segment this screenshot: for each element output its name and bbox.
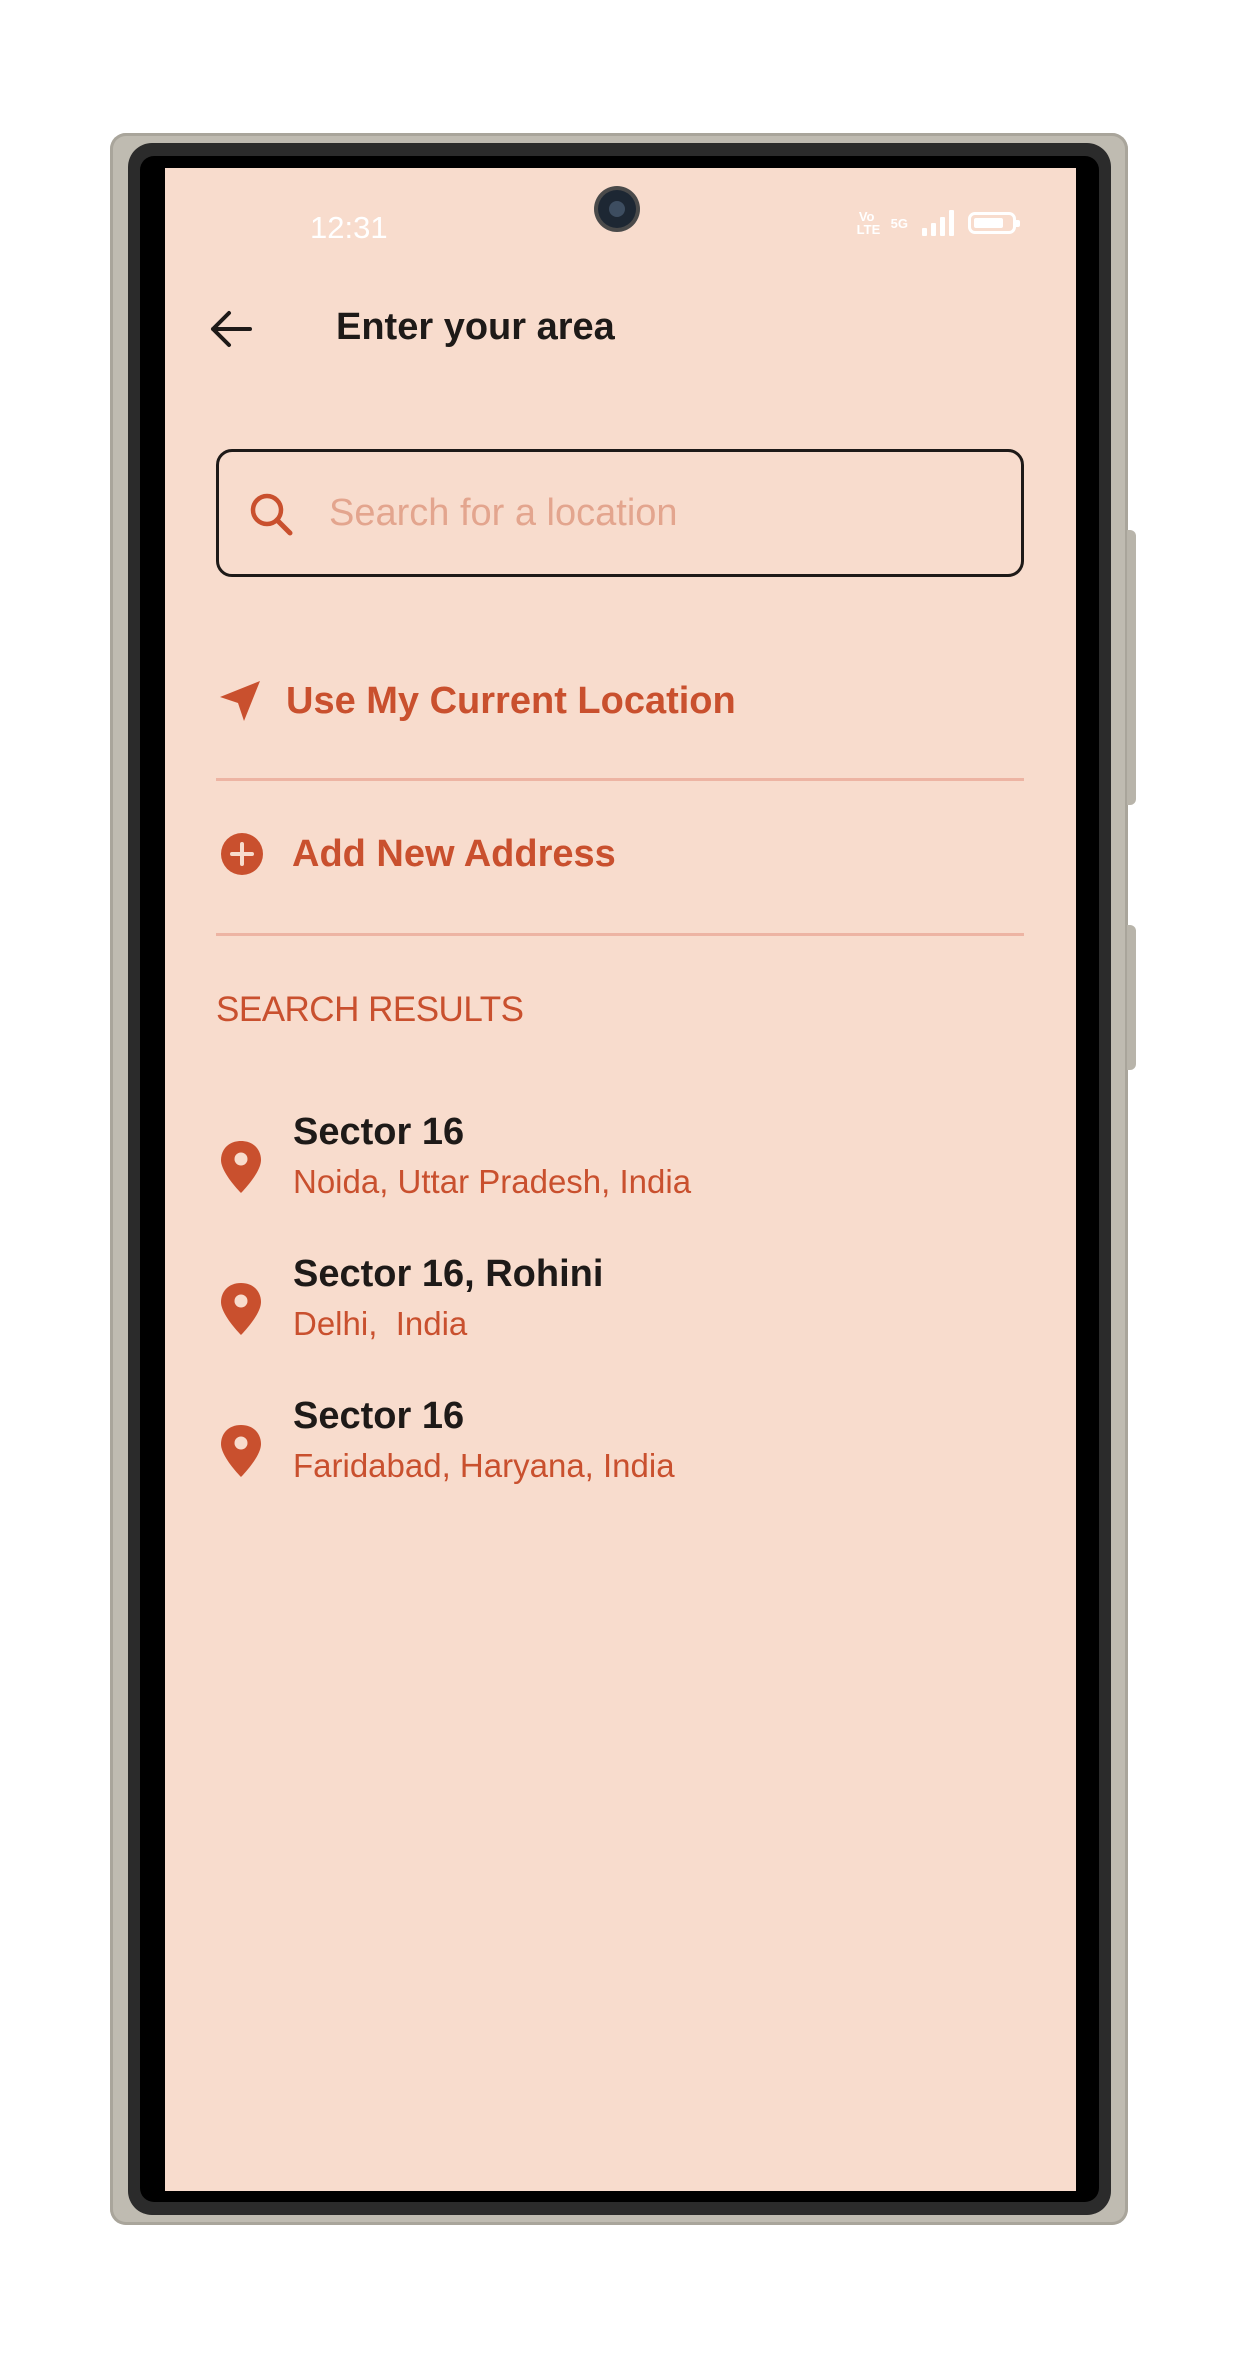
result-title: Sector 16, Rohini <box>293 1253 604 1295</box>
add-new-address-button[interactable]: Add New Address <box>216 799 1024 909</box>
back-button[interactable] <box>205 304 255 354</box>
search-results-heading: SEARCH RESULTS <box>216 990 524 1029</box>
search-icon <box>250 493 293 536</box>
power-button <box>1127 530 1136 805</box>
battery-level <box>974 218 1003 228</box>
result-subtitle: Noida, Uttar Pradesh, India <box>293 1163 692 1200</box>
navigation-arrow-icon <box>220 681 260 721</box>
plus-circle-icon <box>221 833 263 875</box>
result-subtitle: Faridabad, Haryana, India <box>293 1447 675 1484</box>
volume-button <box>1127 925 1136 1070</box>
app-screen: 12:31 VoLTE 5G Enter your area Use My Cu… <box>165 168 1076 2191</box>
front-camera <box>598 190 636 228</box>
result-title: Sector 16 <box>293 1111 465 1153</box>
search-result-item[interactable]: Sector 16, Rohini Delhi, India <box>216 1253 1024 1373</box>
search-box[interactable] <box>216 449 1024 577</box>
page-title: Enter your area <box>336 306 615 348</box>
search-result-item[interactable]: Sector 16 Noida, Uttar Pradesh, India <box>216 1111 1024 1231</box>
location-pin-icon <box>221 1141 261 1193</box>
result-subtitle: Delhi, India <box>293 1305 468 1342</box>
status-icons: Vo LTE 5G <box>856 209 1020 237</box>
battery-icon <box>968 212 1020 234</box>
search-result-item[interactable]: Sector 16 Faridabad, Haryana, India <box>216 1395 1024 1515</box>
signal-icon <box>922 210 954 236</box>
search-input[interactable] <box>329 452 999 574</box>
add-new-address-label: Add New Address <box>292 832 616 875</box>
status-time: 12:31 <box>310 210 388 245</box>
use-current-location-label: Use My Current Location <box>286 679 736 722</box>
volte-indicator: Vo LTE <box>856 209 881 237</box>
back-arrow-icon <box>211 311 252 347</box>
use-current-location-button[interactable]: Use My Current Location <box>216 646 1024 756</box>
result-title: Sector 16 <box>293 1395 465 1437</box>
location-pin-icon <box>221 1425 261 1477</box>
network-type: 5G <box>890 215 908 231</box>
location-pin-icon <box>221 1283 261 1335</box>
divider <box>216 778 1024 781</box>
divider <box>216 933 1024 936</box>
